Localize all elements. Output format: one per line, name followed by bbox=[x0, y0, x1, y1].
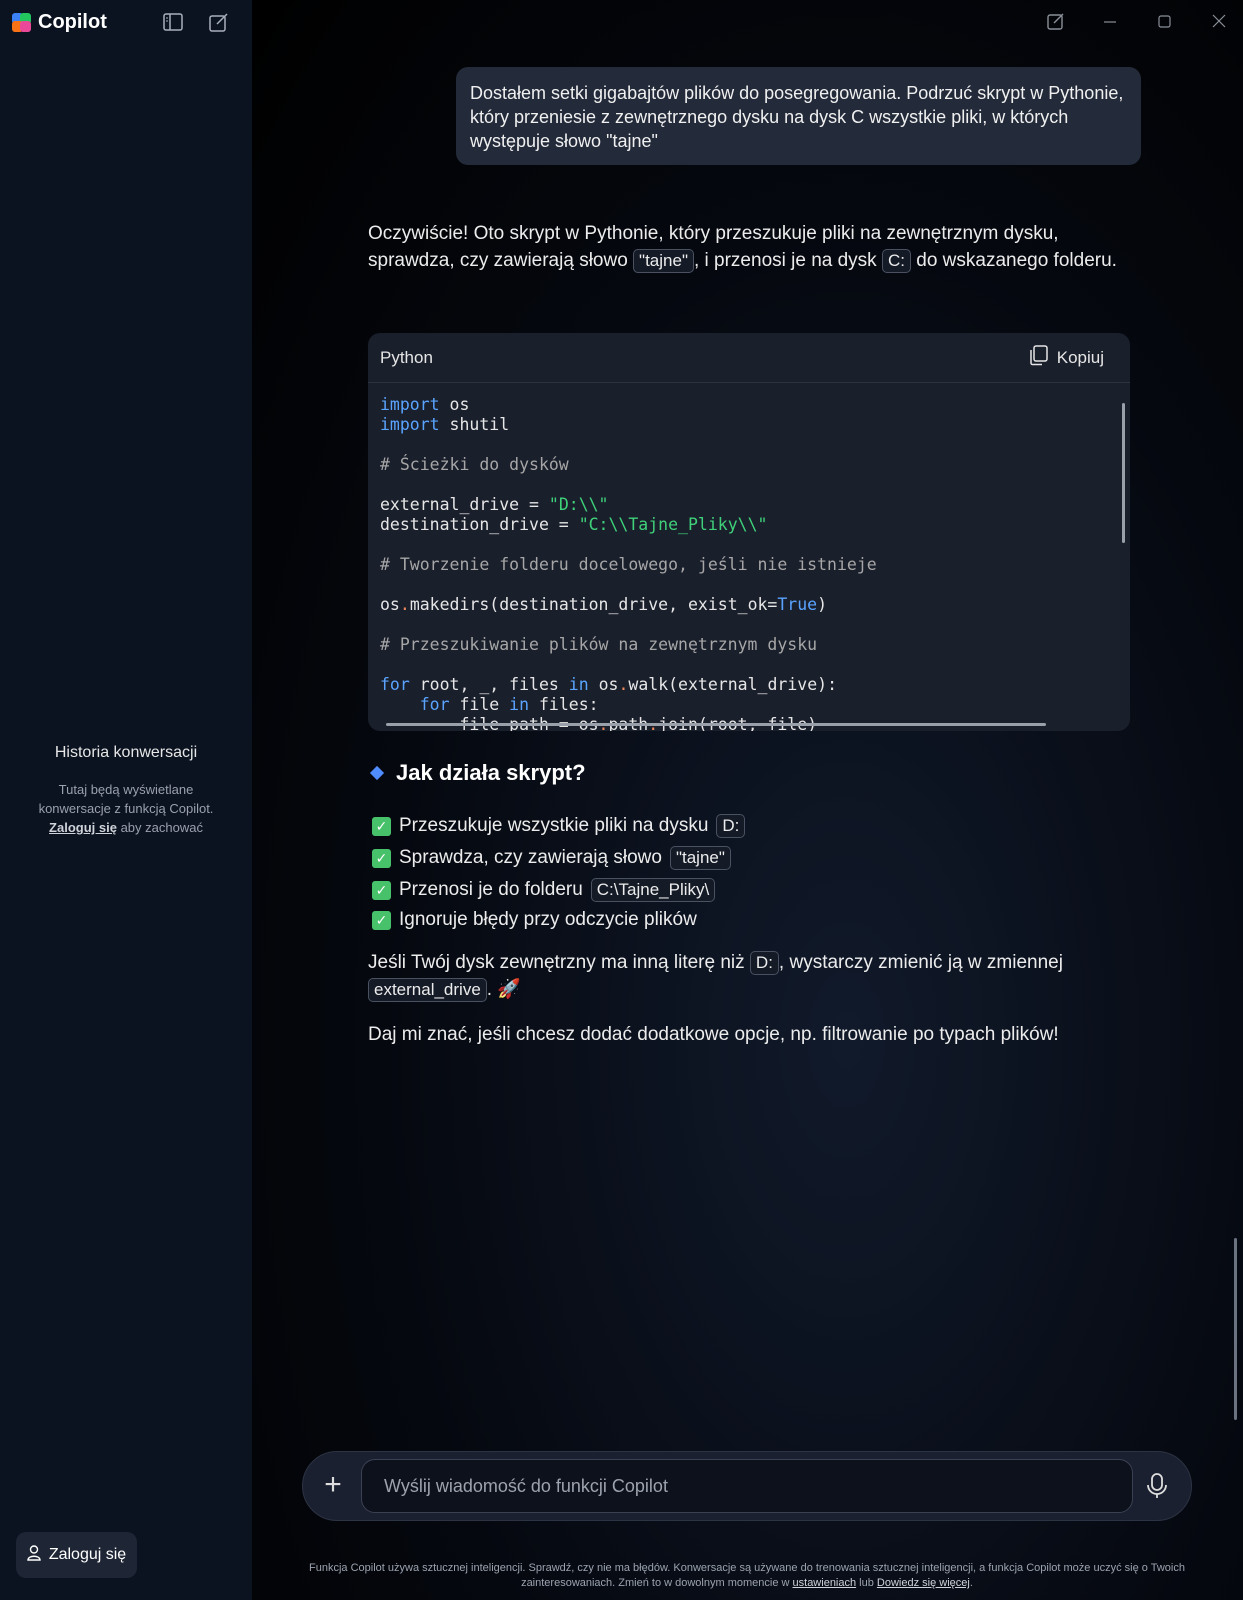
checklist-item: ✓ Przeszukuje wszystkie pliki na dysku D: bbox=[372, 810, 746, 842]
user-message: Dostałem setki gigabajtów plików do pose… bbox=[456, 67, 1141, 165]
diamond-bullet-icon bbox=[369, 765, 385, 781]
microphone-icon[interactable] bbox=[1145, 1472, 1173, 1502]
sidebar-toggle-icon[interactable] bbox=[163, 13, 185, 33]
code-block-header: Python Kopiuj bbox=[368, 333, 1130, 383]
intro-text-2: , i przenosi je na dysk bbox=[693, 250, 877, 271]
code-block: Python Kopiuj import os import shutil # … bbox=[368, 333, 1130, 731]
history-desc-text: Tutaj będą wyświetlane konwersacje z fun… bbox=[38, 782, 214, 816]
section-title-text: Jak działa skrypt? bbox=[396, 760, 586, 785]
section-heading: Jak działa skrypt? bbox=[369, 760, 586, 786]
message-input[interactable] bbox=[361, 1459, 1133, 1513]
copy-icon bbox=[1027, 344, 1049, 371]
checklist-item: ✓ Przenosi je do folderu C:\Tajne_Pliky\ bbox=[372, 874, 745, 906]
copilot-logo-icon bbox=[12, 12, 32, 33]
disclaimer: Funkcja Copilot używa sztucznej intelige… bbox=[302, 1561, 1192, 1591]
check-icon: ✓ bbox=[372, 910, 391, 930]
inline-code: D: bbox=[749, 951, 779, 975]
app-name: Copilot bbox=[38, 11, 107, 33]
inline-code: D: bbox=[716, 814, 746, 838]
history-title: Historia konwersacji bbox=[54, 744, 198, 761]
learn-more-link[interactable]: Dowiedz się więcej bbox=[877, 1577, 970, 1589]
inline-code: "tajne" bbox=[633, 249, 694, 273]
checklist-item-text: Przenosi je do folderu bbox=[399, 879, 583, 900]
code-language: Python bbox=[380, 347, 433, 367]
check-icon: ✓ bbox=[372, 880, 391, 900]
code-horizontal-scrollbar[interactable] bbox=[386, 723, 1046, 726]
inline-code: C:\Tajne_Pliky\ bbox=[590, 878, 716, 902]
sidebar: Copilot Historia konwersacji Tutaj będą … bbox=[0, 0, 252, 1600]
copy-button[interactable]: Kopiuj bbox=[1027, 344, 1104, 371]
minimize-icon[interactable] bbox=[1102, 12, 1122, 32]
disclaimer-text: Funkcja Copilot używa sztucznej intelige… bbox=[309, 1562, 1185, 1589]
composer: + bbox=[302, 1451, 1192, 1521]
intro-text-3: do wskazanego folderu. bbox=[910, 250, 1117, 271]
login-button-label: Zaloguj się bbox=[48, 1546, 127, 1563]
popout-icon[interactable] bbox=[1047, 12, 1067, 32]
note-text-2: , wystarczy zmienić ją w zmiennej bbox=[778, 952, 1063, 973]
history-login-link[interactable]: Zaloguj się bbox=[49, 820, 117, 835]
checklist-item-text: Sprawdza, czy zawierają słowo bbox=[399, 847, 662, 868]
maximize-icon[interactable] bbox=[1157, 12, 1177, 32]
new-chat-icon[interactable] bbox=[209, 13, 231, 33]
assistant-intro: Oczywiście! Oto skrypt w Pythonie, który… bbox=[368, 220, 1128, 274]
disclaimer-text-2: lub bbox=[859, 1577, 874, 1589]
inline-code: external_drive bbox=[368, 978, 487, 1002]
history-desc-text-2: aby zachować bbox=[120, 820, 203, 835]
plus-icon[interactable]: + bbox=[317, 1470, 349, 1502]
app-brand[interactable]: Copilot bbox=[12, 11, 107, 34]
settings-link[interactable]: ustawieniach bbox=[793, 1577, 857, 1589]
assistant-note: Jeśli Twój dysk zewnętrzny ma inną liter… bbox=[368, 949, 1128, 1003]
check-icon: ✓ bbox=[372, 848, 391, 868]
checklist-item: ✓ Ignoruje błędy przy odczycie plików bbox=[372, 906, 745, 934]
checklist-item: ✓ Sprawdza, czy zawierają słowo "tajne" bbox=[372, 842, 745, 874]
code-content: import os import shutil # Ścieżki do dys… bbox=[380, 395, 877, 731]
history-description: Tutaj będą wyświetlane konwersacje z fun… bbox=[0, 780, 252, 837]
note-text-3: . 🚀 bbox=[486, 979, 521, 1000]
check-icon: ✓ bbox=[372, 816, 391, 836]
conversation-history: Historia konwersacji Tutaj będą wyświetl… bbox=[0, 744, 252, 837]
assistant-closing: Daj mi znać, jeśli chcesz dodać dodatkow… bbox=[368, 1024, 1059, 1045]
person-icon bbox=[27, 1544, 41, 1566]
login-button[interactable]: Zaloguj się bbox=[16, 1532, 137, 1578]
close-icon[interactable] bbox=[1211, 12, 1231, 32]
inline-code: C: bbox=[881, 249, 911, 273]
checklist: ✓ Przeszukuje wszystkie pliki na dysku D: ✓… bbox=[372, 810, 746, 934]
page-scrollbar[interactable] bbox=[1234, 1238, 1237, 1420]
checklist-item-text: Ignoruje błędy przy odczycie plików bbox=[399, 909, 697, 930]
disclaimer-text-3: . bbox=[969, 1577, 973, 1589]
inline-code: "tajne" bbox=[669, 846, 731, 870]
code-vertical-scrollbar[interactable] bbox=[1122, 403, 1125, 543]
checklist-item-text: Przeszukuje wszystkie pliki na dysku bbox=[399, 815, 709, 836]
note-text-1: Jeśli Twój dysk zewnętrzny ma inną liter… bbox=[368, 952, 745, 973]
copy-button-label: Kopiuj bbox=[1056, 347, 1104, 367]
